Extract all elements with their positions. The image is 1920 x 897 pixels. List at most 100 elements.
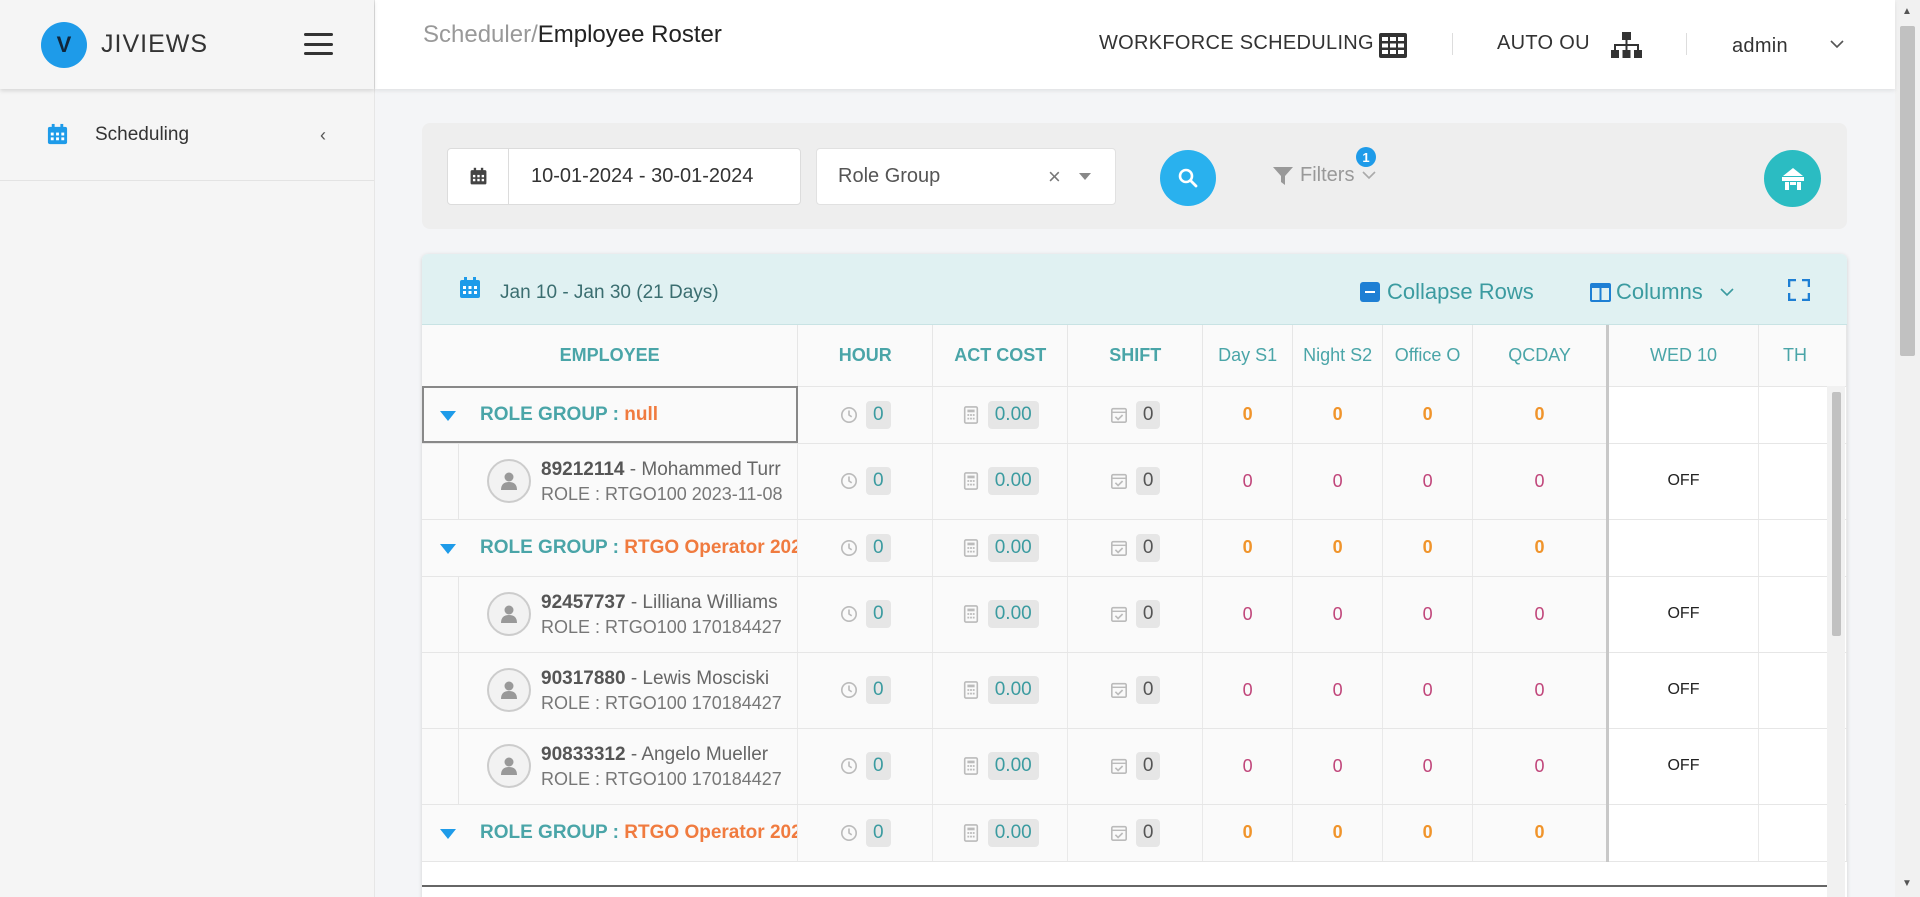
act-cost-cell: 0.00 bbox=[932, 728, 1069, 805]
chevron-left-icon[interactable]: ‹ bbox=[320, 125, 326, 146]
calendar-check-icon bbox=[1110, 606, 1127, 623]
sidebar-item-scheduling[interactable]: Scheduling ‹ bbox=[0, 89, 374, 181]
wed-10-cell[interactable] bbox=[1606, 386, 1759, 444]
hour-cell: 0 bbox=[797, 804, 934, 862]
table-scrollbar-thumb[interactable] bbox=[1832, 392, 1841, 636]
col-hour[interactable]: HOUR bbox=[797, 325, 934, 387]
night-s2-cell: 0 bbox=[1292, 652, 1384, 729]
date-range-value[interactable]: 10-01-2024 - 30-01-2024 bbox=[509, 149, 753, 204]
scroll-up-arrow-icon[interactable]: ▲ bbox=[1902, 6, 1912, 17]
wed-10-cell[interactable]: OFF bbox=[1606, 576, 1759, 653]
wed-10-cell[interactable] bbox=[1606, 519, 1759, 577]
table-row[interactable]: 89212114 - Mohammed Turr ROLE : RTGO100 2… bbox=[422, 443, 1847, 520]
col-thu[interactable]: TH bbox=[1758, 325, 1847, 387]
col-day-s1[interactable]: Day S1 bbox=[1202, 325, 1294, 387]
hour-cell: 0 bbox=[797, 576, 934, 653]
date-range-picker[interactable]: 10-01-2024 - 30-01-2024 bbox=[447, 148, 801, 205]
user-avatar-icon bbox=[501, 757, 517, 775]
table-row[interactable]: 90317880 - Lewis Mosciski ROLE : RTGO100 … bbox=[422, 652, 1847, 729]
table-scrollbar[interactable] bbox=[1827, 386, 1845, 897]
employee-cell[interactable]: 89212114 - Mohammed Turr ROLE : RTGO100 2… bbox=[422, 443, 799, 520]
calculator-icon bbox=[963, 472, 978, 490]
wed-10-cell[interactable]: OFF bbox=[1606, 443, 1759, 520]
qcday-cell: 0 bbox=[1472, 443, 1609, 520]
role-group-cell[interactable]: ROLE GROUP : RTGO Operator 2023- bbox=[422, 804, 799, 862]
shift-cell: 0 bbox=[1067, 519, 1204, 577]
chevron-down-icon[interactable] bbox=[1830, 40, 1844, 49]
wed-10-cell[interactable]: OFF bbox=[1606, 728, 1759, 805]
collapse-rows-button[interactable]: Collapse Rows bbox=[1360, 279, 1534, 305]
expand-toggle-icon[interactable] bbox=[440, 828, 456, 839]
table-bottom-border bbox=[422, 885, 1827, 887]
collapse-rows-label: Collapse Rows bbox=[1387, 279, 1534, 304]
calendar-check-icon bbox=[1110, 682, 1127, 699]
scroll-down-arrow-icon[interactable]: ▼ bbox=[1902, 878, 1912, 889]
role-group-row[interactable]: ROLE GROUP : RTGO Operator 2023-00.00000… bbox=[422, 519, 1847, 577]
wed-10-cell[interactable] bbox=[1606, 804, 1759, 862]
roster-table-card: Jan 10 - Jan 30 (21 Days) Collapse Rows … bbox=[422, 254, 1847, 897]
fullscreen-icon[interactable] bbox=[1788, 279, 1810, 301]
col-employee[interactable]: EMPLOYEE bbox=[422, 325, 799, 387]
act-cost-cell: 0.00 bbox=[932, 804, 1069, 862]
avatar bbox=[487, 592, 531, 636]
chevron-down-icon bbox=[1362, 171, 1377, 180]
shift-cell: 0 bbox=[1067, 576, 1204, 653]
org-chart-icon[interactable] bbox=[1611, 32, 1642, 59]
qcday-cell: 0 bbox=[1472, 576, 1609, 653]
sidebar: V JIVIEWS Scheduling ‹ bbox=[0, 0, 375, 897]
user-menu[interactable]: admin bbox=[1732, 35, 1788, 58]
expand-toggle-icon[interactable] bbox=[440, 543, 456, 554]
scrollbar-thumb[interactable] bbox=[1900, 26, 1915, 356]
calendar-check-icon bbox=[1110, 758, 1127, 775]
search-button[interactable] bbox=[1160, 150, 1216, 206]
col-qcday[interactable]: QCDAY bbox=[1472, 325, 1609, 387]
page-scrollbar[interactable]: ▲ ▼ bbox=[1895, 0, 1920, 897]
calendar-icon[interactable] bbox=[448, 149, 509, 204]
filter-bar: 10-01-2024 - 30-01-2024 Role Group × Fil… bbox=[422, 123, 1847, 229]
role-group-row[interactable]: ROLE GROUP : RTGO Operator 2023-00.00000… bbox=[422, 804, 1847, 862]
wed-10-cell[interactable]: OFF bbox=[1606, 652, 1759, 729]
role-group-select[interactable]: Role Group × bbox=[816, 148, 1116, 205]
employee-cell[interactable]: 90833312 - Angelo Mueller ROLE : RTGO100 … bbox=[422, 728, 799, 805]
auto-schedule-button[interactable] bbox=[1764, 150, 1821, 207]
breadcrumb-parent[interactable]: Scheduler/ bbox=[423, 21, 538, 48]
employee-cell[interactable]: 90317880 - Lewis Mosciski ROLE : RTGO100 … bbox=[422, 652, 799, 729]
role-group-cell[interactable]: ROLE GROUP : RTGO Operator 2023- bbox=[422, 519, 799, 577]
employee-name: 92457737 - Lilliana Williams bbox=[541, 591, 778, 613]
clear-icon[interactable]: × bbox=[1048, 164, 1061, 190]
columns-button[interactable]: Columns bbox=[1590, 279, 1734, 305]
sidebar-item-label: Scheduling bbox=[95, 123, 190, 145]
filters-button[interactable]: Filters 1 bbox=[1272, 147, 1377, 187]
shift-cell: 0 bbox=[1067, 386, 1204, 444]
calculator-icon bbox=[963, 405, 978, 424]
hamburger-menu-icon[interactable] bbox=[304, 33, 333, 55]
grid-table-icon[interactable] bbox=[1379, 33, 1407, 58]
act-cost-cell: 0.00 bbox=[932, 386, 1069, 444]
workforce-scheduling-link[interactable]: WORKFORCE SCHEDULING bbox=[1099, 32, 1374, 55]
role-group-row[interactable]: ROLE GROUP : null 0 0.00 0 0 0 0 0 bbox=[422, 386, 1847, 444]
col-office-o[interactable]: Office O bbox=[1382, 325, 1474, 387]
employee-cell[interactable]: 92457737 - Lilliana Williams ROLE : RTGO1… bbox=[422, 576, 799, 653]
table-row[interactable]: 90833312 - Angelo Mueller ROLE : RTGO100 … bbox=[422, 728, 1847, 805]
user-avatar-icon bbox=[501, 681, 517, 699]
role-group-cell[interactable]: ROLE GROUP : null bbox=[422, 386, 799, 444]
col-act-cost[interactable]: ACT COST bbox=[932, 325, 1069, 387]
dropdown-caret-icon[interactable] bbox=[1079, 173, 1091, 180]
office-o-cell: 0 bbox=[1382, 519, 1474, 577]
table-row[interactable]: 92457737 - Lilliana Williams ROLE : RTGO1… bbox=[422, 576, 1847, 653]
page-title: Employee Roster bbox=[537, 21, 722, 48]
auto-ou-link[interactable]: AUTO OU bbox=[1497, 32, 1590, 55]
calculator-icon bbox=[963, 538, 978, 557]
clock-icon bbox=[840, 757, 857, 775]
qcday-cell: 0 bbox=[1472, 804, 1609, 862]
hour-cell: 0 bbox=[797, 519, 934, 577]
col-wed-10[interactable]: WED 10 bbox=[1606, 325, 1759, 387]
header-divider bbox=[1452, 33, 1453, 55]
col-night-s2[interactable]: Night S2 bbox=[1292, 325, 1384, 387]
office-o-cell: 0 bbox=[1382, 728, 1474, 805]
role-group-label: ROLE GROUP : RTGO Operator 2023- bbox=[480, 821, 797, 843]
day-s1-cell: 0 bbox=[1202, 728, 1294, 805]
expand-toggle-icon[interactable] bbox=[440, 410, 456, 421]
col-shift[interactable]: SHIFT bbox=[1067, 325, 1204, 387]
employee-role: ROLE : RTGO100 2023-11-08 bbox=[541, 483, 783, 504]
